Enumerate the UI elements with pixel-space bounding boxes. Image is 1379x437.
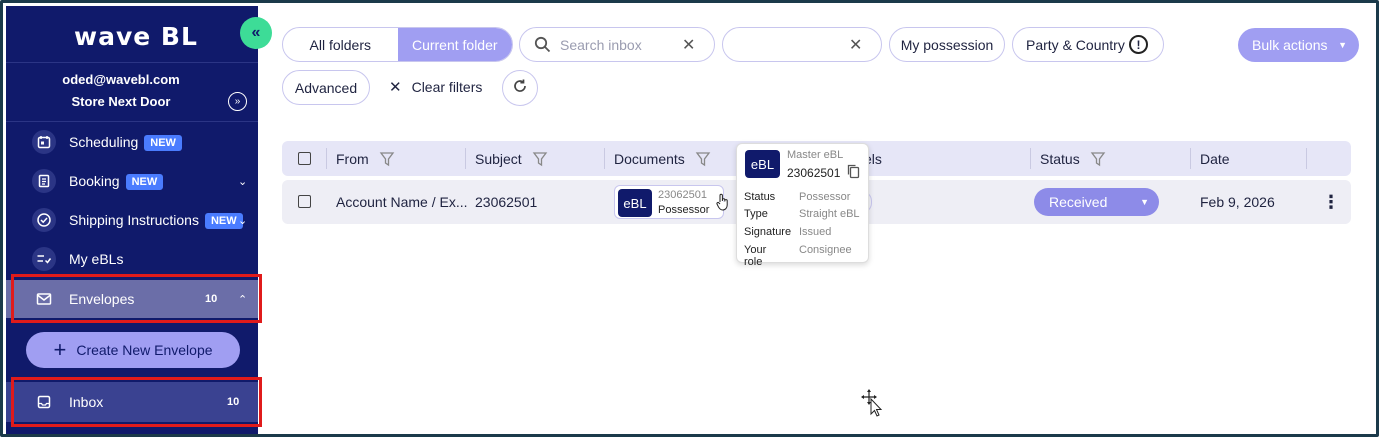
all-folders-tab[interactable]: All folders: [283, 28, 398, 61]
account-email: oded@wavebl.com: [62, 72, 180, 87]
inbox-icon: [32, 390, 56, 414]
chevron-down-icon[interactable]: ⌄: [238, 214, 247, 227]
bulk-actions-label: Bulk actions: [1252, 37, 1328, 53]
from-header-label: From: [336, 150, 369, 167]
copy-icon[interactable]: [847, 164, 860, 184]
column-divider: [1306, 148, 1307, 169]
filter-input[interactable]: ✕: [722, 27, 882, 62]
calendar-icon: [32, 130, 56, 154]
document-icon: [32, 169, 56, 193]
row-checkbox[interactable]: [298, 195, 311, 208]
envelopes-count: 10: [205, 293, 218, 305]
party-country-button[interactable]: Party & Country !: [1012, 27, 1164, 62]
advanced-button[interactable]: Advanced: [282, 70, 370, 105]
new-badge: NEW: [144, 134, 182, 151]
plus-icon: +: [53, 337, 67, 362]
new-badge: NEW: [125, 173, 164, 190]
filter-icon[interactable]: [695, 151, 711, 167]
column-header-date[interactable]: Date: [1200, 141, 1230, 176]
status-value: Received: [1049, 194, 1108, 210]
refresh-icon: [512, 78, 528, 99]
filter-icon[interactable]: [532, 151, 548, 167]
sidebar-item-label: Inbox: [69, 394, 104, 410]
subject-header-label: Subject: [475, 150, 522, 167]
column-header-status[interactable]: Status: [1040, 141, 1106, 176]
my-possession-button[interactable]: My possession: [889, 27, 1005, 62]
bulk-actions-button[interactable]: Bulk actions ▼: [1238, 28, 1359, 62]
column-divider: [465, 148, 466, 169]
sidebar-item-inbox[interactable]: Inbox 10: [6, 382, 258, 422]
sidebar-item-my-ebls[interactable]: My eBLs: [6, 240, 258, 278]
clear-filter-icon[interactable]: ✕: [849, 35, 862, 55]
document-chip[interactable]: eBL 23062501 Possessor: [614, 185, 724, 219]
refresh-button[interactable]: [502, 70, 538, 106]
column-divider: [604, 148, 605, 169]
wavebl-logo: wave BL: [74, 22, 198, 51]
new-badge: NEW: [204, 212, 243, 229]
row-subject: 23062501: [475, 194, 538, 210]
create-new-envelope-button[interactable]: + Create New Envelope: [26, 332, 240, 368]
search-input[interactable]: Search inbox ✕: [519, 27, 715, 62]
move-cursor-icon: [861, 389, 885, 422]
sidebar: wave BL oded@wavebl.com Store Next Door …: [6, 6, 258, 434]
caret-down-icon: ▼: [1338, 40, 1347, 50]
sidebar-item-scheduling[interactable]: Scheduling NEW: [6, 123, 258, 161]
search-icon: [534, 36, 551, 56]
hand-pointer-cursor-icon: [716, 193, 730, 216]
column-header-from[interactable]: From: [336, 141, 395, 176]
chevron-down-icon[interactable]: ⌄: [238, 175, 247, 188]
party-country-label: Party & Country: [1026, 36, 1125, 53]
documents-header-label: Documents: [614, 150, 685, 167]
search-placeholder: Search inbox: [560, 36, 642, 53]
sidebar-item-envelopes[interactable]: Envelopes 10 ⌃: [6, 280, 258, 318]
switch-account-icon[interactable]: »: [228, 92, 247, 111]
column-divider: [326, 148, 327, 169]
column-header-subject[interactable]: Subject: [475, 141, 548, 176]
ebl-type-tile: eBL: [618, 189, 652, 217]
sidebar-item-shipping-instructions[interactable]: Shipping Instructions NEW ⌄: [6, 201, 258, 239]
status-header-label: Status: [1040, 150, 1080, 167]
more-options-icon[interactable]: ⋮: [1322, 180, 1340, 224]
row-from: Account Name / Ex...: [336, 194, 468, 210]
filter-icon[interactable]: [379, 151, 395, 167]
app-window: wave BL oded@wavebl.com Store Next Door …: [0, 0, 1379, 437]
envelope-icon: [32, 287, 56, 311]
column-header-documents[interactable]: Documents: [614, 141, 711, 176]
popover-title: Master eBL: [787, 149, 844, 161]
account-section: oded@wavebl.com Store Next Door »: [6, 62, 258, 122]
clear-filters-label: Clear filters: [411, 79, 483, 95]
chevron-up-icon[interactable]: ⌃: [238, 293, 247, 306]
document-role: Possessor: [658, 204, 710, 216]
row-date: Feb 9, 2026: [1200, 194, 1275, 210]
create-new-envelope-label: Create New Envelope: [76, 342, 213, 358]
check-circle-icon: [32, 208, 56, 232]
filter-icon[interactable]: [1090, 151, 1106, 167]
ebl-type-tile: eBL: [745, 150, 780, 178]
current-folder-tab[interactable]: Current folder: [397, 28, 512, 61]
popover-number: 23062501: [787, 166, 841, 180]
select-all-checkbox[interactable]: [298, 152, 311, 165]
list-check-icon: [32, 247, 56, 271]
status-dropdown[interactable]: Received ▼: [1034, 188, 1159, 216]
column-divider: [1030, 148, 1031, 169]
close-icon: ✕: [389, 79, 402, 96]
clear-search-icon[interactable]: ✕: [682, 35, 695, 55]
sidebar-item-label: Booking NEW: [69, 173, 164, 190]
inbox-count: 10: [227, 396, 240, 408]
collapse-sidebar-button[interactable]: «: [240, 17, 272, 49]
sidebar-item-label: Shipping Instructions NEW: [69, 212, 243, 229]
info-alert-icon: !: [1129, 35, 1148, 54]
sidebar-item-label: Envelopes: [69, 291, 135, 307]
folder-scope-toggle: All folders Current folder: [282, 27, 513, 62]
sidebar-item-booking[interactable]: Booking NEW ⌄: [6, 162, 258, 200]
sidebar-item-label: Scheduling NEW: [69, 134, 182, 151]
document-details-popover: eBL Master eBL 23062501 Status Possessor …: [736, 143, 869, 268]
caret-down-icon: ▼: [1140, 197, 1149, 207]
account-company: Store Next Door: [71, 94, 171, 109]
sidebar-item-label: My eBLs: [69, 251, 124, 267]
clear-filters-button[interactable]: ✕ Clear filters: [389, 78, 482, 96]
document-number: 23062501: [658, 189, 707, 201]
column-divider: [1190, 148, 1191, 169]
